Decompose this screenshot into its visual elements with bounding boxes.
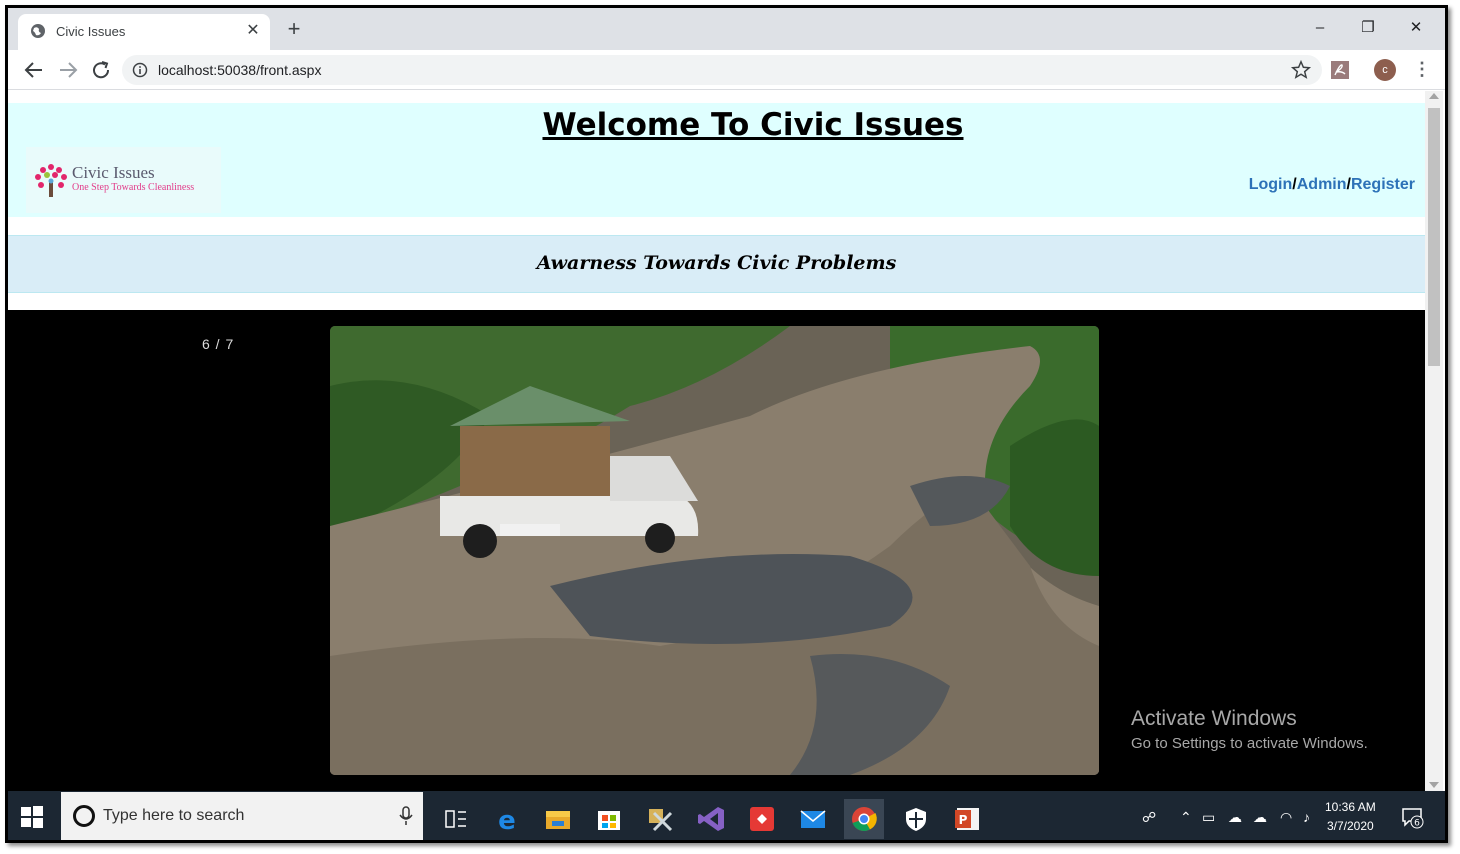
address-bar[interactable]: localhost:50038/front.aspx [122,55,1322,85]
back-icon[interactable] [22,58,46,82]
microphone-icon[interactable] [399,806,413,826]
close-window-button[interactable]: ✕ [1393,14,1439,44]
minimize-button[interactable]: – [1297,14,1343,44]
slide-image [330,326,1099,775]
windows-start-icon[interactable] [20,805,44,829]
pdf-extension-icon[interactable] [1330,60,1350,80]
wifi-icon[interactable]: ◠ [1280,809,1292,826]
page-scrollbar[interactable] [1425,91,1443,791]
browser-window: Civic Issues ✕ + – ❐ ✕ localhost:50038/f… [5,5,1448,843]
powerpoint-icon[interactable]: P [947,799,987,839]
svg-text:e: e [498,806,516,836]
notification-count: 6 [1414,819,1420,829]
git-icon[interactable] [742,799,782,839]
forward-icon[interactable] [56,58,80,82]
page-viewport: Welcome To Civic Issues Civic Issues One… [8,91,1425,791]
show-hidden-icons-icon[interactable]: ⌃ [1180,809,1192,826]
onedrive-error-icon[interactable]: ☁ [1253,809,1267,826]
globe-icon [31,24,45,38]
bookmark-star-icon[interactable] [1290,59,1312,81]
site-header: Welcome To Civic Issues Civic Issues One… [8,103,1425,217]
register-link[interactable]: Register [1351,176,1415,193]
logo-title: Civic Issues [72,163,155,182]
cortana-icon [73,805,95,827]
scroll-up-arrow-icon[interactable] [1429,93,1439,99]
admin-link[interactable]: Admin [1297,176,1347,193]
image-slideshow[interactable]: 6 / 7 Activate Windows Go to Settings to… [8,310,1425,791]
slide-counter: 6 / 7 [202,336,235,352]
restore-button[interactable]: ❐ [1345,14,1391,44]
tools-icon[interactable] [640,799,680,839]
mail-icon[interactable] [793,799,833,839]
browser-toolbar: localhost:50038/front.aspx c ⋮ [8,50,1445,90]
watermark-subtitle: Go to Settings to activate Windows. [1131,735,1368,752]
login-link[interactable]: Login [1249,176,1293,193]
volume-icon[interactable]: ♪ [1303,809,1310,825]
new-tab-button[interactable]: + [282,18,306,42]
task-view-icon[interactable] [436,799,476,839]
tab-title: Civic Issues [56,24,126,39]
taskbar-search-box[interactable]: Type here to search [61,792,423,840]
page-title: Welcome To Civic Issues [542,107,964,143]
windows-activation-watermark: Activate Windows Go to Settings to activ… [1131,707,1368,752]
scroll-down-arrow-icon[interactable] [1429,782,1439,788]
file-explorer-icon[interactable] [538,799,578,839]
store-icon[interactable] [589,799,629,839]
watermark-title: Activate Windows [1131,707,1297,730]
onedrive-icon[interactable]: ☁ [1228,809,1242,826]
auth-links: Login/Admin/Register [1249,176,1415,194]
tab-strip: Civic Issues ✕ + – ❐ ✕ [8,8,1445,50]
screenshot-frame: Civic Issues ✕ + – ❐ ✕ localhost:50038/f… [0,0,1460,854]
chrome-icon[interactable] [844,799,884,839]
scroll-thumb[interactable] [1428,108,1440,366]
search-placeholder: Type here to search [103,807,245,824]
visual-studio-icon[interactable] [691,799,731,839]
logo-tagline: One Step Towards Cleanliness [72,182,195,193]
kebab-menu-icon[interactable]: ⋮ [1412,60,1432,80]
people-icon[interactable]: ☍ [1142,809,1156,826]
tree-logo-icon [35,164,67,197]
edge-icon[interactable]: e [487,799,527,839]
battery-icon[interactable]: ▭ [1202,809,1215,826]
windows-taskbar: Type here to search e P ☍ ⌃ ▭ ☁ ☁ ◠ ♪ 10… [8,791,1445,840]
clock-time: 10:36 AM [1325,800,1376,814]
clock-date: 3/7/2020 [1326,819,1374,833]
banner-heading: Awarness Towards Civic Problems [536,252,897,274]
svg-text:P: P [959,813,968,827]
info-icon[interactable] [132,62,148,78]
taskbar-clock[interactable]: 10:36 AM 3/7/2020 [1325,798,1376,836]
site-logo[interactable]: Civic Issues One Step Towards Cleanlines… [26,147,221,213]
security-shield-icon[interactable] [896,799,936,839]
notifications-icon[interactable]: 6 [1400,805,1424,829]
url-text[interactable]: localhost:50038/front.aspx [158,62,321,78]
profile-avatar[interactable]: c [1374,59,1396,81]
reload-icon[interactable] [89,58,113,82]
close-tab-icon[interactable]: ✕ [242,20,264,42]
awareness-banner: Awarness Towards Civic Problems [8,235,1425,293]
browser-tab[interactable]: Civic Issues ✕ [18,14,270,50]
